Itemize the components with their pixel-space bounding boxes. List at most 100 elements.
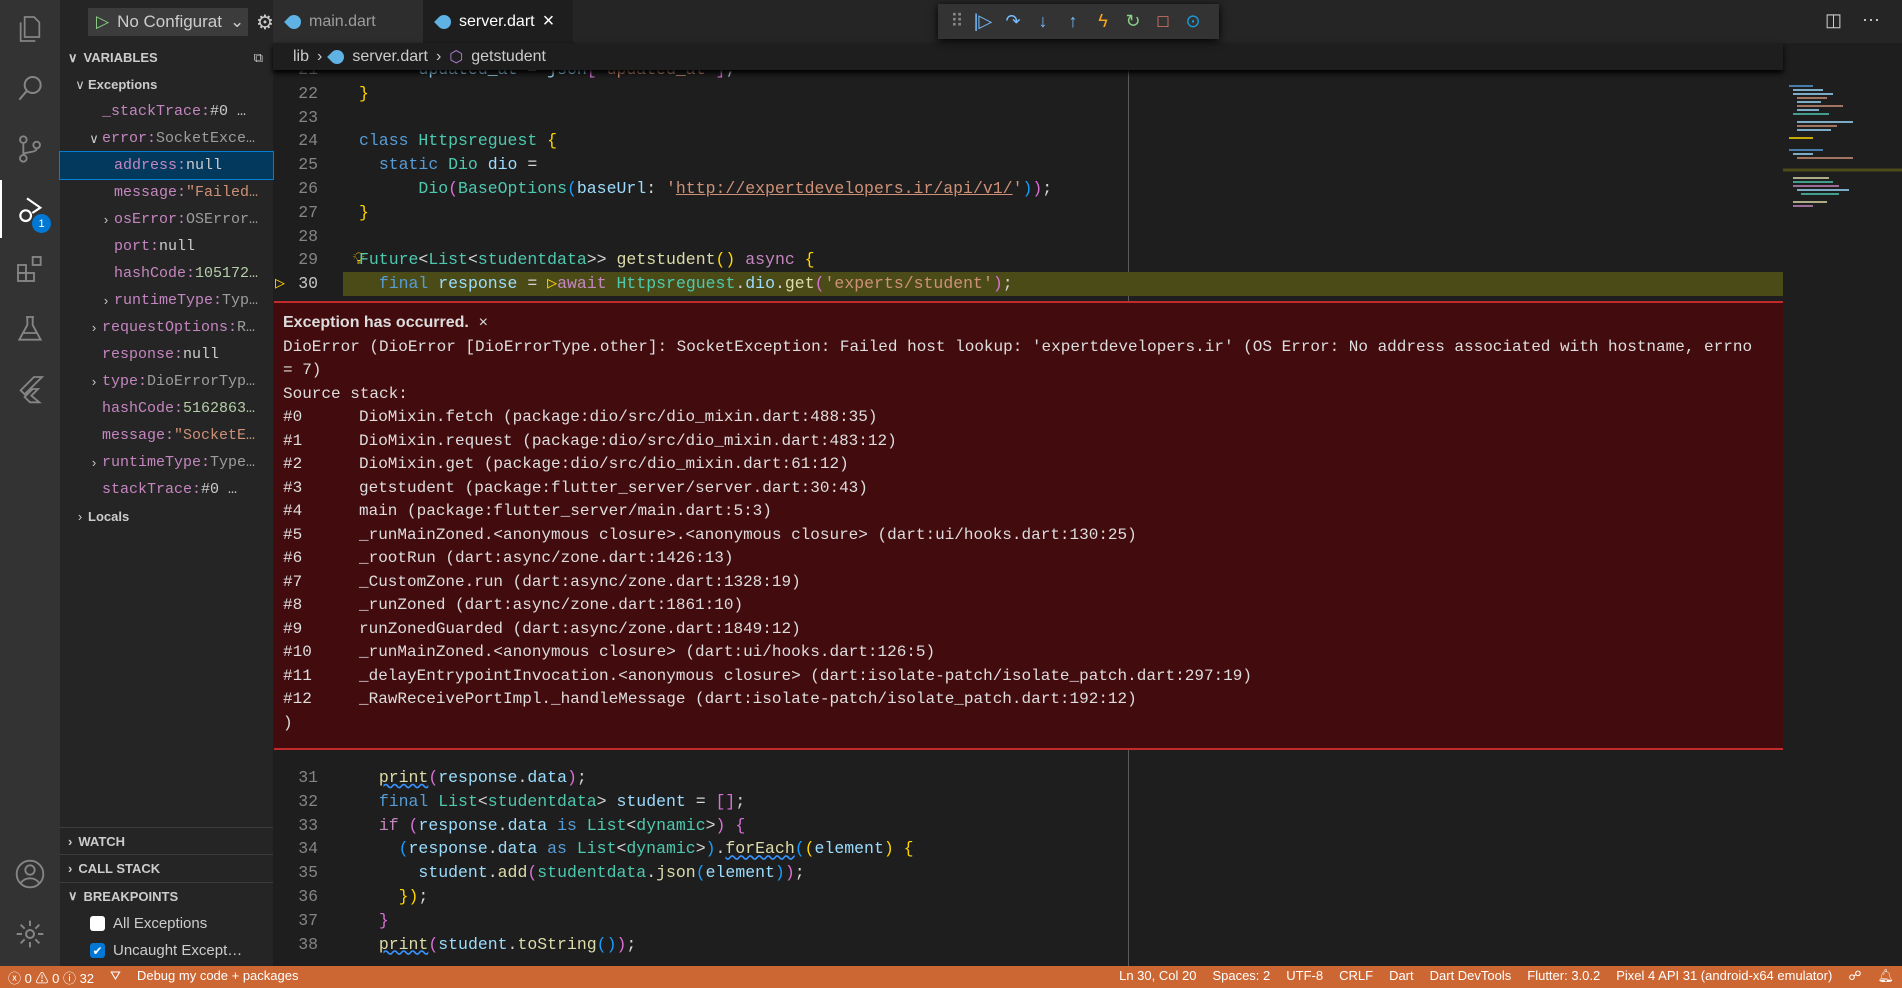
code-line[interactable]: 21 updated_at = json['updated_at']; <box>273 70 1783 82</box>
variable-row[interactable]: › runtimeType: Typ… <box>60 287 273 314</box>
notifications-bell-icon[interactable]: 🔔︎ <box>1869 968 1902 984</box>
variable-scope[interactable]: › Locals <box>60 503 273 530</box>
minimap[interactable] <box>1783 70 1902 966</box>
status-item[interactable]: Dart <box>1381 968 1422 983</box>
code-line[interactable]: 34 (response.data as List<dynamic>).forE… <box>273 837 1783 861</box>
variable-row[interactable]: message: "SocketE… <box>60 422 273 449</box>
stack-frame[interactable]: #7 _CustomZone.run (dart:async/zone.dart:… <box>283 571 1774 595</box>
call-stack-section-header[interactable]: › CALL STACK <box>60 854 273 881</box>
extensions-icon[interactable] <box>0 240 60 298</box>
tab-main-dart[interactable]: main.dart <box>273 0 423 43</box>
chevron-right-icon[interactable]: › <box>72 509 88 524</box>
breadcrumb-symbol[interactable]: getstudent <box>471 48 546 66</box>
stack-frame[interactable]: #4 main (package:flutter_server/main.dart… <box>283 500 1774 524</box>
code-line[interactable]: 24 class Httpsreguest { <box>273 129 1783 153</box>
chevron-right-icon[interactable]: › <box>86 455 102 470</box>
code-line[interactable]: 25 static Dio dio = <box>273 153 1783 177</box>
step-into-icon[interactable]: ↓ <box>1028 7 1058 37</box>
continue-icon[interactable]: |▷ <box>968 7 998 37</box>
lightbulb-icon[interactable]: 💡︎ <box>353 248 365 272</box>
code-line[interactable]: 28 <box>273 225 1783 249</box>
breakpoint-uncaught-exceptions[interactable]: ✔ Uncaught Except… <box>90 937 242 964</box>
close-tab-icon[interactable]: × <box>543 10 555 33</box>
run-config-dropdown[interactable]: ▷ No Configurat ⌄ <box>88 8 248 36</box>
feedback-icon[interactable]: ☍ <box>1840 968 1869 984</box>
step-out-icon[interactable]: ↑ <box>1058 7 1088 37</box>
variable-row[interactable]: hashCode: 105172… <box>60 260 273 287</box>
code-line[interactable]: 26 Dio(BaseOptions(baseUrl: 'http://expe… <box>273 177 1783 201</box>
collapse-all-icon[interactable]: ⧉ <box>254 50 263 66</box>
checkbox[interactable] <box>90 916 105 931</box>
step-over-icon[interactable]: ↷ <box>998 7 1028 37</box>
hot-reload-icon[interactable]: ϟ <box>1088 7 1118 37</box>
status-item[interactable]: Dart DevTools <box>1422 968 1520 983</box>
flutter-icon[interactable] <box>0 360 60 418</box>
drag-handle-icon[interactable]: ⠿ <box>946 7 968 37</box>
stack-frame[interactable]: #10 _runMainZoned.<anonymous closure> (da… <box>283 641 1774 665</box>
problems-status[interactable]: ⓧ 0 ⚠ 0 ⓘ 32 <box>0 968 102 987</box>
more-actions-icon[interactable]: ⋯ <box>1862 10 1880 31</box>
stack-frame[interactable]: #5 _runMainZoned.<anonymous closure>.<ano… <box>283 524 1774 548</box>
code-line[interactable]: 22} <box>273 82 1783 106</box>
account-icon[interactable] <box>0 845 60 903</box>
variable-row[interactable]: _stackTrace: #0 … <box>60 98 273 125</box>
testing-icon[interactable] <box>0 300 60 358</box>
code-line[interactable]: 37 } <box>273 909 1783 933</box>
variable-row[interactable]: message: "Failed… <box>60 179 273 206</box>
chevron-down-icon[interactable]: ∨ <box>72 77 88 93</box>
code-line[interactable]: 36 }); <box>273 885 1783 909</box>
code-line[interactable]: 29 Future<List<studentdata>> getstudent()… <box>273 248 1783 272</box>
source-control-icon[interactable] <box>0 120 60 178</box>
code-line[interactable]: 27} <box>273 201 1783 225</box>
variable-row[interactable]: stackTrace: #0 … <box>60 476 273 503</box>
watch-section-header[interactable]: › WATCH <box>60 827 273 854</box>
restart-icon[interactable]: ↻ <box>1118 7 1148 37</box>
devtools-icon[interactable]: ⊙ <box>1178 7 1208 37</box>
stack-frame[interactable]: #2 DioMixin.get (package:dio/src/dio_mixi… <box>283 453 1774 477</box>
variable-row[interactable]: › osError: OSError… <box>60 206 273 233</box>
chevron-right-icon[interactable]: › <box>86 320 102 335</box>
code-line[interactable]: 35 student.add(studentdata.json(element)… <box>273 861 1783 885</box>
run-debug-icon[interactable]: 1 <box>0 180 60 238</box>
checkbox[interactable]: ✔ <box>90 943 105 958</box>
breakpoint-all-exceptions[interactable]: All Exceptions <box>90 910 207 937</box>
debug-settings-gear-icon[interactable]: ⚙ <box>256 10 274 35</box>
variable-row[interactable]: response: null <box>60 341 273 368</box>
stack-frame[interactable]: #1 DioMixin.request (package:dio/src/dio_… <box>283 430 1774 454</box>
chevron-right-icon[interactable]: › <box>98 212 114 227</box>
manage-gear-icon[interactable] <box>0 905 60 963</box>
search-icon[interactable] <box>0 60 60 118</box>
variable-row[interactable]: hashCode: 5162863… <box>60 395 273 422</box>
stack-frame[interactable]: #9 runZonedGuarded (dart:async/zone.dart:… <box>283 618 1774 642</box>
chevron-down-icon[interactable]: ∨ <box>86 131 102 147</box>
status-item[interactable]: CRLF <box>1331 968 1381 983</box>
close-exception-icon[interactable]: × <box>478 314 488 332</box>
breakpoints-section-header[interactable]: ∨ BREAKPOINTS <box>60 882 273 909</box>
stop-icon[interactable]: □ <box>1148 7 1178 37</box>
variable-scope[interactable]: ∨ Exceptions <box>60 71 273 98</box>
debug-mode-status[interactable]: Debug my code + packages <box>129 968 307 983</box>
code-line[interactable]: 33 if (response.data is List<dynamic>) { <box>273 814 1783 838</box>
code-line[interactable]: 38 print(student.toString()); <box>273 933 1783 957</box>
stack-frame[interactable]: #3 getstudent (package:flutter_server/ser… <box>283 477 1774 501</box>
code-line[interactable]: 32 final List<studentdata> student = []; <box>273 790 1783 814</box>
variable-row[interactable]: address: null <box>59 151 274 180</box>
status-item[interactable]: Spaces: 2 <box>1204 968 1278 983</box>
chevron-right-icon[interactable]: › <box>86 374 102 389</box>
stack-frame[interactable]: #12 _RawReceivePortImpl._handleMessage (d… <box>283 688 1774 712</box>
code-line[interactable]: 30 ▷ final response = ▷await Httpsreguest… <box>273 272 1783 297</box>
breadcrumb-lib[interactable]: lib <box>293 48 309 66</box>
status-item[interactable]: Ln 30, Col 20 <box>1111 968 1204 983</box>
variable-row[interactable]: › requestOptions: R… <box>60 314 273 341</box>
breadcrumb-file[interactable]: server.dart <box>352 48 428 66</box>
variable-row[interactable]: port: null <box>60 233 273 260</box>
status-item[interactable]: UTF-8 <box>1278 968 1331 983</box>
tab-server-dart[interactable]: server.dart × <box>423 0 573 43</box>
split-editor-icon[interactable]: ◫ <box>1825 10 1842 31</box>
variable-row[interactable]: › runtimeType: Type… <box>60 449 273 476</box>
variable-row[interactable]: ∨ error: SocketExce… <box>60 125 273 152</box>
stack-frame[interactable]: #11 _delayEntrypointInvocation.<anonymous… <box>283 665 1774 689</box>
code-editor[interactable]: 21 updated_at = json['updated_at'];22}23… <box>273 70 1783 966</box>
stack-frame[interactable]: #8 _runZoned (dart:async/zone.dart:1861:1… <box>283 594 1774 618</box>
status-item[interactable]: Pixel 4 API 31 (android-x64 emulator) <box>1608 968 1840 983</box>
